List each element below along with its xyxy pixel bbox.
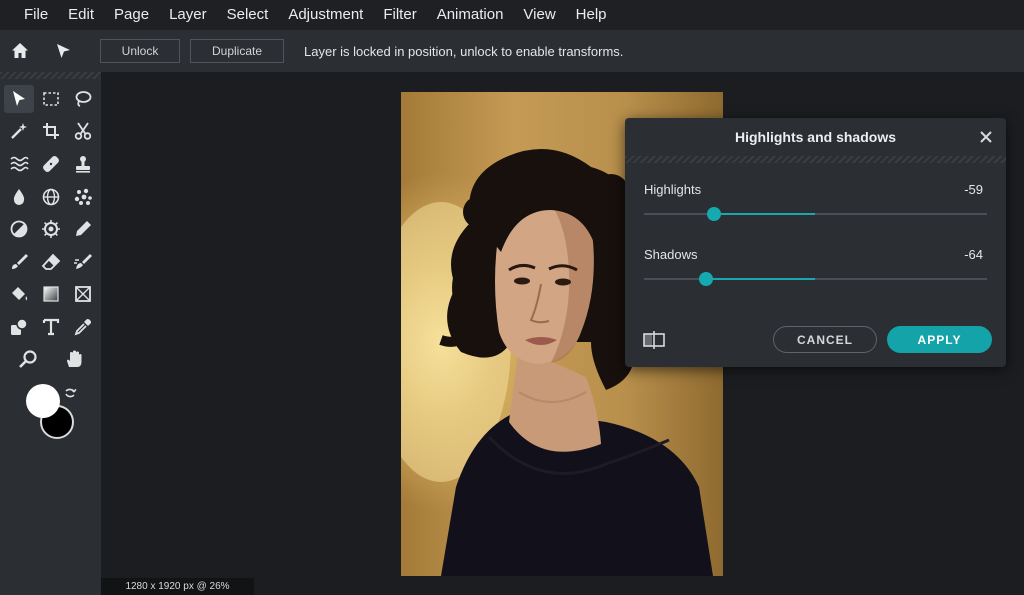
highlights-slider[interactable] <box>644 207 987 221</box>
menu-bar: File Edit Page Layer Select Adjustment F… <box>0 0 1024 30</box>
lasso-icon[interactable] <box>68 85 98 113</box>
highlights-value: -59 <box>964 182 983 197</box>
close-icon[interactable] <box>978 129 994 145</box>
menu-view[interactable]: View <box>513 0 565 30</box>
rect-select-icon[interactable] <box>36 85 66 113</box>
shadows-slider-fill <box>705 278 816 280</box>
apply-button[interactable]: APPLY <box>887 326 992 353</box>
scatter-icon[interactable] <box>68 183 98 211</box>
gradient-icon[interactable] <box>36 280 66 308</box>
magic-wand-icon[interactable] <box>4 117 34 145</box>
sponge-icon[interactable] <box>36 215 66 243</box>
eraser-icon[interactable] <box>36 248 66 276</box>
zoom-icon[interactable] <box>13 345 43 373</box>
unlock-button[interactable]: Unlock <box>100 39 180 63</box>
scissors-icon[interactable] <box>68 117 98 145</box>
shadows-slider[interactable] <box>644 272 987 286</box>
dialog-title: Highlights and shadows <box>734 129 896 145</box>
cancel-button[interactable]: CANCEL <box>773 326 877 353</box>
smudge-icon[interactable] <box>68 248 98 276</box>
menu-select[interactable]: Select <box>217 0 279 30</box>
hand-icon[interactable] <box>59 345 89 373</box>
shadows-label: Shadows <box>644 247 698 262</box>
options-toolbar: Unlock Duplicate Layer is locked in posi… <box>0 30 1024 72</box>
shadows-value: -64 <box>964 247 983 262</box>
shadows-slider-handle[interactable] <box>698 272 713 286</box>
menu-page[interactable]: Page <box>104 0 159 30</box>
brush-icon[interactable] <box>4 248 34 276</box>
pointer-icon[interactable] <box>52 40 74 62</box>
shape-icon[interactable] <box>4 313 34 341</box>
menu-file[interactable]: File <box>14 0 58 30</box>
highlights-slider-fill <box>714 213 816 215</box>
crop-icon[interactable] <box>36 117 66 145</box>
clone-stamp-icon[interactable] <box>68 150 98 178</box>
menu-filter[interactable]: Filter <box>373 0 426 30</box>
sphere-icon[interactable] <box>36 183 66 211</box>
menu-animation[interactable]: Animation <box>427 0 514 30</box>
menu-help[interactable]: Help <box>566 0 617 30</box>
menu-edit[interactable]: Edit <box>58 0 104 30</box>
paint-bucket-icon[interactable] <box>4 280 34 308</box>
toolbar-message: Layer is locked in position, unlock to e… <box>304 43 624 59</box>
primary-color-swatch[interactable] <box>26 384 60 418</box>
blur-drop-icon[interactable] <box>4 183 34 211</box>
menu-adjustment[interactable]: Adjustment <box>278 0 373 30</box>
compare-before-after-icon[interactable] <box>643 331 665 349</box>
dialog-grip <box>625 156 1006 163</box>
move-tool-icon[interactable] <box>4 85 34 113</box>
dialog-header: Highlights and shadows <box>625 118 1006 156</box>
frame-icon[interactable] <box>68 280 98 308</box>
swap-colors-icon[interactable] <box>63 386 77 400</box>
menu-layer[interactable]: Layer <box>159 0 217 30</box>
panel-grip <box>0 72 101 79</box>
highlights-label: Highlights <box>644 182 702 197</box>
highlights-slider-handle[interactable] <box>707 207 722 221</box>
home-icon[interactable] <box>9 40 31 62</box>
canvas-size-status: 1280 x 1920 px @ 26% <box>101 578 254 595</box>
highlights-shadows-dialog: Highlights and shadows Highlights -59 Sh… <box>625 118 1006 367</box>
dodge-burn-icon[interactable] <box>4 215 34 243</box>
tools-panel <box>0 72 101 595</box>
text-icon[interactable] <box>36 313 66 341</box>
eyedropper-icon[interactable] <box>68 313 98 341</box>
healing-bandage-icon[interactable] <box>36 150 66 178</box>
pen-icon[interactable] <box>68 215 98 243</box>
liquify-icon[interactable] <box>4 150 34 178</box>
duplicate-button[interactable]: Duplicate <box>190 39 284 63</box>
